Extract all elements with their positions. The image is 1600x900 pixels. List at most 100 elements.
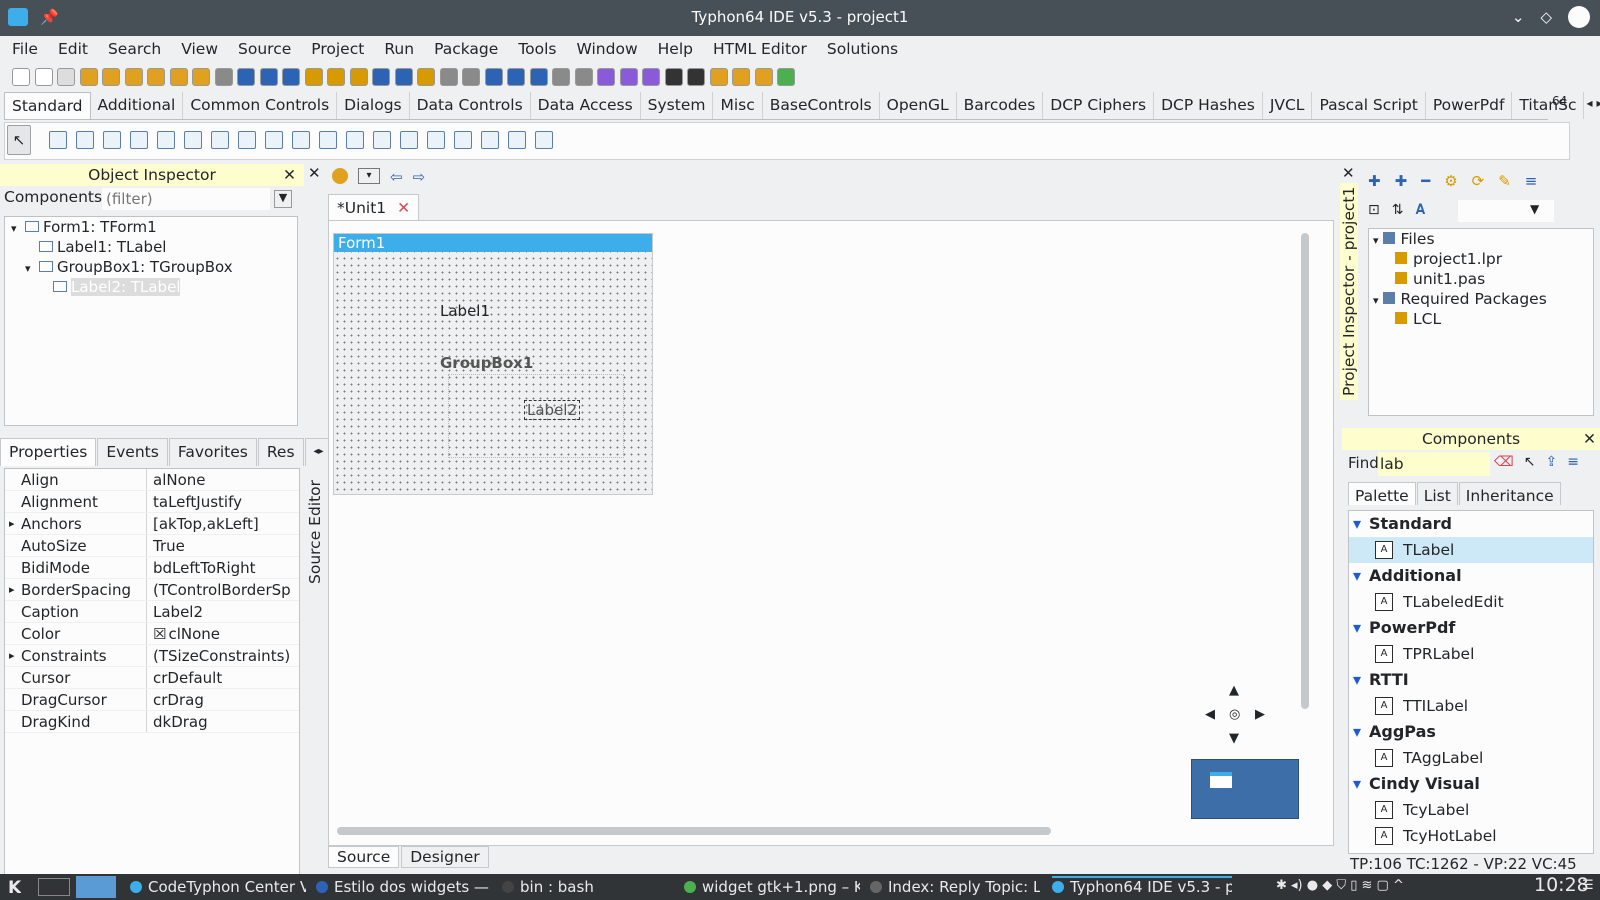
form1-designer[interactable]: Form1 Label1 GroupBox1 Label2: [333, 233, 653, 495]
palette-component-icon[interactable]: [346, 131, 364, 149]
editor-tool-icon[interactable]: [332, 168, 348, 184]
add-more-icon[interactable]: ✚: [1395, 172, 1408, 190]
tab-events[interactable]: Events: [97, 438, 168, 466]
toolbar-button-icon[interactable]: [102, 68, 120, 86]
clear-filter-icon[interactable]: ⌫: [1494, 454, 1514, 470]
toolbar-button-icon[interactable]: [574, 68, 593, 86]
center-icon[interactable]: ◎: [1229, 707, 1240, 722]
palette-component-icon[interactable]: [49, 131, 67, 149]
tree-node[interactable]: Label1: TLabel: [5, 237, 297, 257]
toolbar-button-icon[interactable]: [552, 68, 570, 86]
menu-project[interactable]: Project: [299, 36, 372, 62]
tab-designer[interactable]: Designer: [401, 846, 489, 868]
project-filter-input[interactable]: [1458, 200, 1554, 222]
menu-run[interactable]: Run: [372, 36, 422, 62]
palette-component-icon[interactable]: [319, 131, 337, 149]
remove-icon[interactable]: ━: [1421, 172, 1430, 190]
palette-component-icon[interactable]: [238, 131, 256, 149]
menu-html-editor[interactable]: HTML Editor: [701, 36, 815, 62]
property-value[interactable]: Label2: [147, 601, 203, 622]
tree-node[interactable]: ▾ GroupBox1: TGroupBox: [5, 257, 297, 277]
sort-icon[interactable]: ⇅: [1392, 202, 1404, 218]
property-row[interactable]: Alignment taLeftJustify: [5, 491, 299, 513]
scroll-nav-control[interactable]: ▲ ◀ ◎ ▶ ▼: [1205, 683, 1275, 753]
close-icon[interactable]: ✕: [308, 164, 321, 182]
toolbar-button-icon[interactable]: [664, 68, 683, 86]
palette-component-icon[interactable]: [292, 131, 310, 149]
menu-file[interactable]: File: [0, 36, 46, 62]
tree-node[interactable]: ▾ Form1: TForm1: [5, 217, 297, 237]
expander-icon[interactable]: ▾: [1373, 294, 1379, 307]
palette-tab-dcp-ciphers[interactable]: DCP Ciphers: [1043, 92, 1155, 119]
project-tree-node[interactable]: ▾ Required Packages: [1369, 289, 1593, 309]
filter-icon[interactable]: ▼: [1530, 202, 1539, 216]
property-row[interactable]: Cursor crDefault: [5, 667, 299, 689]
tab-list[interactable]: List: [1416, 482, 1458, 505]
taskbar-task[interactable]: widget gtk+1.png – KS: [684, 878, 860, 896]
toolbar-button-icon[interactable]: [462, 68, 480, 86]
toolbar-button-icon[interactable]: [259, 68, 278, 86]
menu-source[interactable]: Source: [226, 36, 299, 62]
toolbar-button-icon[interactable]: [147, 68, 165, 86]
component-item[interactable]: A TLabeledEdit: [1349, 589, 1593, 615]
palette-component-icon[interactable]: [211, 131, 229, 149]
horizontal-scrollbar[interactable]: [337, 827, 1051, 835]
palette-component-icon[interactable]: [184, 131, 202, 149]
palette-component-icon[interactable]: [427, 131, 445, 149]
palette-component-icon[interactable]: [103, 131, 121, 149]
palette-component-icon[interactable]: [157, 131, 175, 149]
toolbar-button-icon[interactable]: [12, 68, 30, 86]
property-row[interactable]: Caption Label2: [5, 601, 299, 623]
toolbar-button-icon[interactable]: [732, 68, 750, 86]
launcher-icon[interactable]: K: [8, 878, 21, 898]
palette-tab-titansc[interactable]: TitanSc: [1512, 92, 1585, 119]
toolbar-button-icon[interactable]: [417, 68, 435, 86]
tab-inheritance[interactable]: Inheritance: [1458, 482, 1561, 505]
component-group[interactable]: Standard: [1349, 511, 1593, 537]
palette-tab-additional[interactable]: Additional: [91, 92, 184, 119]
palette-tab-data-controls[interactable]: Data Controls: [410, 92, 531, 119]
component-item[interactable]: A TAggLabel: [1349, 745, 1593, 771]
taskbar-task[interactable]: Index: Reply Topic: Lat: [870, 878, 1040, 896]
property-value[interactable]: [akTop,akLeft]: [147, 513, 259, 534]
tab-res[interactable]: Res: [257, 438, 304, 466]
palette-tab-pascal-script[interactable]: Pascal Script: [1312, 92, 1426, 119]
palette-component-icon[interactable]: [481, 131, 499, 149]
close-icon[interactable]: ✕: [1342, 164, 1355, 182]
palette-tab-barcodes[interactable]: Barcodes: [957, 92, 1044, 119]
project-tree-node[interactable]: project1.lpr: [1369, 249, 1593, 269]
palette-component-icon[interactable]: [508, 131, 526, 149]
tab-palette[interactable]: Palette: [1348, 482, 1416, 505]
toolbar-button-icon[interactable]: [124, 68, 143, 86]
compile-icon[interactable]: ⟳: [1472, 172, 1485, 190]
taskbar-task[interactable]: Typhon64 IDE v5.3 - p: [1052, 876, 1232, 896]
toolbar-button-icon[interactable]: [282, 68, 300, 86]
tree-node[interactable]: Label2: TLabel: [5, 277, 297, 297]
menu-icon[interactable]: ≡: [1525, 172, 1538, 190]
menu-search[interactable]: Search: [96, 36, 169, 62]
tray-icons[interactable]: ✱ ◂) ● ◆ ⛉ ▯ ≋ ▢ ^: [1276, 878, 1404, 893]
tab-properties[interactable]: Properties: [0, 438, 97, 466]
toolbar-button-icon[interactable]: [394, 68, 413, 86]
palette-tab-common-controls[interactable]: Common Controls: [183, 92, 338, 119]
property-value[interactable]: (TControlBorderSp: [147, 579, 291, 600]
forward-icon[interactable]: ⇨: [413, 168, 426, 186]
view-icon[interactable]: ⊡: [1368, 202, 1380, 218]
scroll-right-icon[interactable]: ▸: [1595, 92, 1600, 119]
project-tree-node[interactable]: unit1.pas: [1369, 269, 1593, 289]
property-value[interactable]: crDefault: [147, 667, 222, 688]
menu-help[interactable]: Help: [646, 36, 701, 62]
menu-tools[interactable]: Tools: [506, 36, 564, 62]
menu-solutions[interactable]: Solutions: [815, 36, 906, 62]
property-row[interactable]: AutoSize True: [5, 535, 299, 557]
toolbar-button-icon[interactable]: [79, 68, 98, 86]
toolbar-button-icon[interactable]: [349, 68, 368, 86]
property-row[interactable]: DragCursor crDrag: [5, 689, 299, 711]
label2[interactable]: Label2: [524, 400, 581, 420]
expander-icon[interactable]: ▾: [1373, 234, 1379, 247]
menu-view[interactable]: View: [169, 36, 226, 62]
toolbar-button-icon[interactable]: [484, 68, 503, 86]
toolbar-button-icon[interactable]: [304, 68, 323, 86]
property-value[interactable]: ☒ clNone: [147, 623, 220, 644]
taskbar-task[interactable]: CodeTyphon Center Ve: [130, 878, 306, 896]
